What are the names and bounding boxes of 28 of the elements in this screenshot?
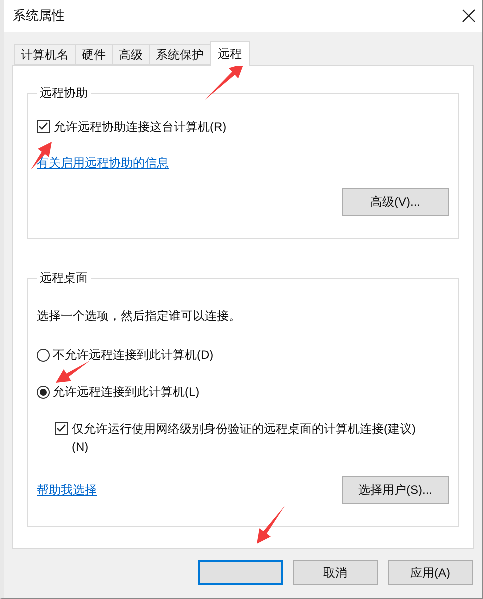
info-link[interactable]: 有关启用远程协助的信息 (37, 154, 169, 172)
select-users-button[interactable]: 选择用户(S)... (342, 476, 449, 504)
group-title: 远程协助 (39, 85, 89, 102)
tab[interactable]: 硬件 (75, 44, 112, 65)
checkbox-label: 允许远程协助连接这台计算机(R) (54, 119, 228, 136)
tab[interactable]: 计算机名 (14, 44, 75, 65)
dialog-button[interactable]: 取消 (293, 560, 378, 585)
checkbox[interactable] (37, 120, 50, 133)
tab[interactable]: 高级 (112, 44, 149, 65)
checkbox-label: 仅允许运行使用网络级别身份验证的远程桌面的计算机连接(建议)(N) (72, 421, 417, 456)
radio-button[interactable] (37, 386, 50, 398)
instruction-text: 选择一个选项，然后指定谁可以连接。 (37, 308, 242, 325)
radio-button[interactable] (37, 348, 50, 362)
help-link[interactable]: 帮助我选择 (37, 481, 97, 499)
checkbox[interactable] (55, 422, 68, 435)
annotation-arrow (204, 64, 244, 101)
advanced-button[interactable]: 高级(V)... (342, 188, 449, 216)
annotation-arrow (257, 506, 285, 544)
window-title: 系统属性 (13, 7, 65, 26)
radio-label: 允许远程连接到此计算机(L) (53, 384, 200, 401)
tab[interactable]: 远程 (210, 41, 250, 66)
close-icon[interactable] (462, 9, 476, 23)
radio-label: 不允许远程连接到此计算机(D) (53, 347, 214, 364)
dialog-button[interactable]: 应用(A) (388, 560, 473, 585)
tab[interactable]: 系统保护 (149, 44, 210, 65)
annotation-arrow (56, 361, 90, 383)
ok-button[interactable] (198, 560, 283, 585)
group-title: 远程桌面 (39, 270, 89, 287)
